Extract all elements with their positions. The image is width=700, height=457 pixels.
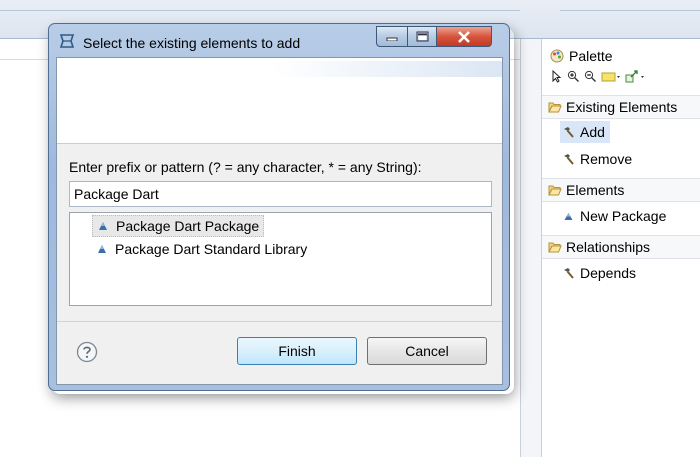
dialog-message-banner: [57, 58, 502, 144]
matching-elements-list[interactable]: Package Dart Package Package Dart Standa…: [69, 212, 492, 306]
palette-entry-depends[interactable]: Depends: [560, 262, 641, 284]
palette-header: Palette: [550, 47, 613, 65]
drawer-label: Existing Elements: [566, 99, 678, 115]
toolbar-divider: [560, 0, 700, 11]
package-triangle-icon: [98, 245, 106, 253]
cancel-button[interactable]: Cancel: [367, 337, 487, 365]
palette-view: Palette Existing Elements Add Remove Ele…: [542, 39, 700, 457]
palette-entry-label: Depends: [580, 265, 637, 281]
palette-entry-label: Add: [580, 124, 605, 140]
maximize-button[interactable]: [407, 26, 437, 47]
dialog-title: Select the existing elements to add: [83, 35, 301, 51]
finish-button[interactable]: Finish: [237, 337, 357, 365]
dialog-client-area: Enter prefix or pattern (? = any charact…: [56, 57, 503, 385]
palette-splitter[interactable]: [521, 39, 542, 457]
drawer-elements[interactable]: Elements: [542, 178, 700, 202]
palette-entry-add[interactable]: Add: [560, 121, 610, 143]
hammer-icon: [564, 126, 574, 138]
hammer-icon: [564, 267, 574, 279]
package-triangle-icon: [564, 212, 573, 220]
close-icon: [458, 30, 470, 43]
help-icon[interactable]: [76, 341, 98, 363]
drawer-relationships[interactable]: Relationships: [542, 235, 700, 259]
palette-toolbar: [550, 70, 647, 83]
pattern-prompt-label: Enter prefix or pattern (? = any charact…: [69, 159, 422, 175]
zoom-in-icon[interactable]: [567, 70, 580, 83]
palette-entry-remove[interactable]: Remove: [560, 148, 637, 170]
pattern-input[interactable]: [69, 181, 492, 207]
list-item[interactable]: Package Dart Package: [92, 215, 265, 237]
drawer-label: Relationships: [566, 239, 651, 255]
palette-entry-new-package[interactable]: New Package: [560, 205, 671, 227]
palette-entry-label: Remove: [580, 151, 633, 167]
list-item-label: Package Dart Standard Library: [115, 241, 308, 257]
hammer-icon: [564, 153, 574, 165]
package-triangle-icon: [99, 222, 107, 230]
dialog-titlebar[interactable]: Select the existing elements to add: [49, 24, 509, 57]
banner-gradient: [272, 61, 502, 77]
folder-open-icon: [548, 185, 562, 196]
close-button[interactable]: [436, 26, 492, 47]
palette-icon: [550, 49, 564, 63]
drawer-label: Elements: [566, 182, 625, 198]
connection-tool-icon[interactable]: [625, 70, 647, 83]
button-bar-divider: [57, 321, 502, 322]
list-item[interactable]: Package Dart Standard Library: [92, 238, 311, 260]
zoom-out-icon[interactable]: [584, 70, 597, 83]
maximize-icon: [416, 31, 428, 42]
palette-entry-label: New Package: [580, 208, 667, 224]
folder-open-icon: [548, 102, 562, 113]
list-item-label: Package Dart Package: [116, 218, 260, 234]
select-arrow-icon[interactable]: [550, 70, 563, 83]
minimize-button[interactable]: [376, 26, 408, 47]
eclipse-app-icon: [59, 34, 75, 48]
note-tool-icon[interactable]: [601, 70, 621, 83]
drawer-existing-elements[interactable]: Existing Elements: [542, 95, 700, 119]
minimize-icon: [386, 37, 398, 41]
folder-open-icon: [548, 242, 562, 253]
toolbar-divider: [0, 0, 520, 11]
select-elements-dialog: Select the existing elements to add Ente…: [48, 23, 510, 391]
palette-title: Palette: [569, 48, 613, 64]
